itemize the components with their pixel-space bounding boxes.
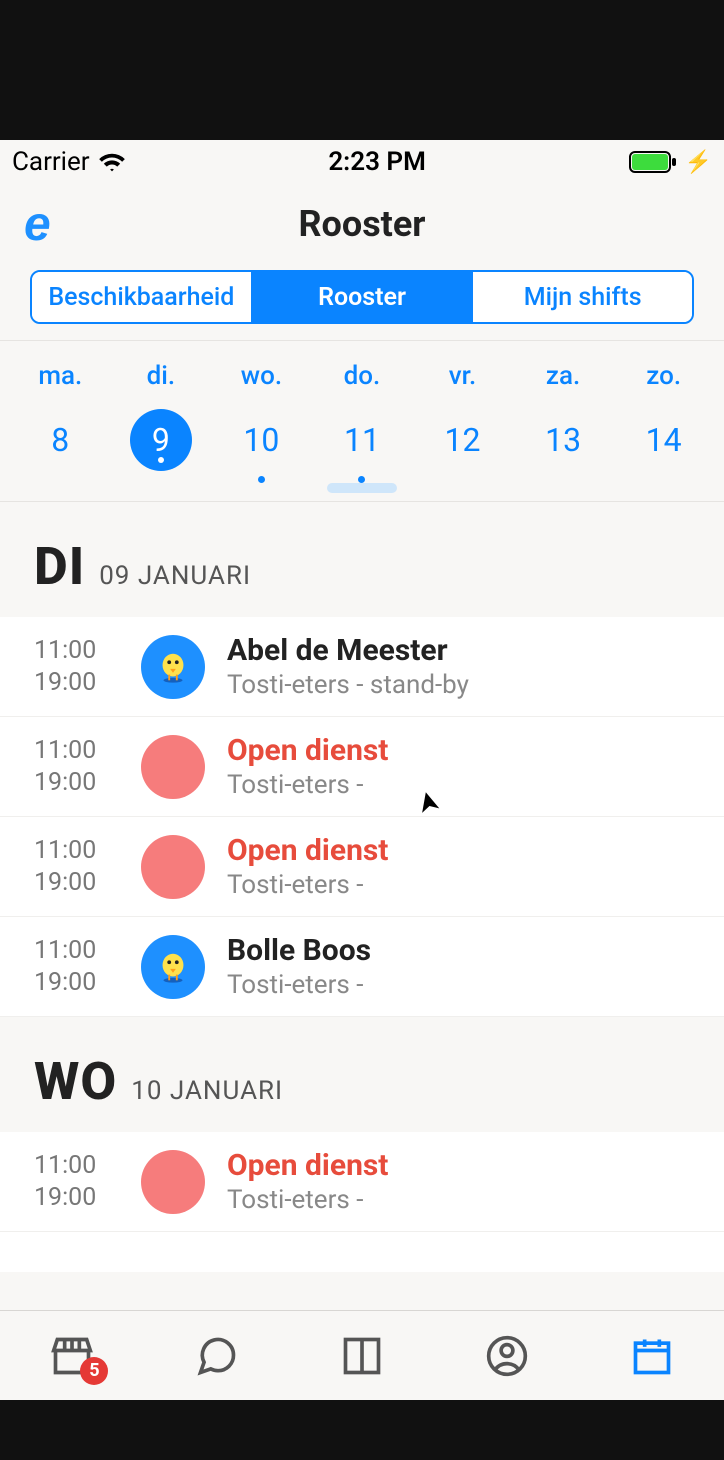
avatar-chick-icon: [141, 635, 205, 699]
shift-times: 11:0019:00: [34, 935, 119, 998]
week-strip[interactable]: ma. 8 di. 9 wo. 10 do. 11 vr. 12 za. 13 zo. 14: [0, 341, 724, 502]
app-header: e Rooster: [0, 184, 724, 264]
segment-schedule[interactable]: Rooster: [253, 272, 474, 322]
day-section-header: WO 10 JANUARI: [0, 1017, 724, 1132]
shift-title: Open dienst: [227, 733, 388, 768]
drag-handle[interactable]: [327, 483, 397, 493]
app-screen: Carrier 2:23 PM ⚡ e Rooster Beschikbaarh…: [0, 140, 724, 1400]
carrier-label: Carrier: [12, 147, 90, 177]
shift-text: Abel de MeesterTosti-eters - stand-by: [227, 633, 469, 700]
day-col-13[interactable]: za. 13: [518, 361, 608, 471]
shift-text: Open dienstTosti-eters -: [227, 833, 388, 900]
status-time: 2:23 PM: [328, 147, 426, 177]
shift-subtitle: Tosti-eters - stand-by: [227, 670, 469, 700]
segmented-control-wrap: Beschikbaarheid Rooster Mijn shifts: [0, 264, 724, 341]
day-label: do.: [344, 361, 381, 391]
segment-my-shifts[interactable]: Mijn shifts: [473, 272, 692, 322]
tab-shop-badge: 5: [80, 1357, 108, 1385]
shift-row[interactable]: 11:0019:00 Open dienstTosti-eters -: [0, 817, 724, 917]
day-col-10[interactable]: wo. 10: [216, 361, 306, 471]
day-number[interactable]: 13: [532, 409, 594, 471]
segmented-control: Beschikbaarheid Rooster Mijn shifts: [30, 270, 694, 324]
day-abbrev: DI: [34, 536, 85, 597]
shift-title: Bolle Boos: [227, 933, 371, 968]
shift-text: Open dienstTosti-eters -: [227, 1148, 388, 1215]
day-number[interactable]: 11: [331, 409, 393, 471]
tab-shop[interactable]: 5: [42, 1331, 102, 1381]
day-label: za.: [546, 361, 580, 391]
event-dot-icon: [158, 457, 164, 463]
event-dot-icon: [258, 476, 265, 483]
shift-list[interactable]: DI09 JANUARI11:0019:00Abel de MeesterTos…: [0, 502, 724, 1272]
day-number[interactable]: 12: [432, 409, 494, 471]
shift-times: 11:0019:00: [34, 835, 119, 898]
shift-title: Abel de Meester: [227, 633, 469, 668]
day-label: vr.: [449, 361, 477, 391]
charging-icon: ⚡: [685, 150, 712, 175]
battery-icon: [629, 151, 679, 173]
tab-profile[interactable]: [477, 1331, 537, 1381]
day-label: di.: [147, 361, 176, 391]
day-abbrev: WO: [34, 1051, 117, 1112]
wifi-icon: [98, 151, 126, 173]
segment-availability[interactable]: Beschikbaarheid: [32, 272, 253, 322]
status-bar: Carrier 2:23 PM ⚡: [0, 140, 724, 184]
shift-times: 11:0019:00: [34, 1150, 119, 1213]
day-col-11[interactable]: do. 11: [317, 361, 407, 471]
shift-text: Open dienstTosti-eters -: [227, 733, 388, 800]
shift-title: Open dienst: [227, 1148, 388, 1183]
avatar-chick-icon: [141, 935, 205, 999]
day-number[interactable]: 14: [633, 409, 695, 471]
day-date: 10 JANUARI: [131, 1076, 283, 1106]
day-section-header: DI 09 JANUARI: [0, 502, 724, 617]
shift-subtitle: Tosti-eters -: [227, 1185, 388, 1215]
avatar-open-icon: [141, 735, 205, 799]
shift-subtitle: Tosti-eters -: [227, 770, 388, 800]
day-date: 09 JANUARI: [99, 561, 251, 591]
tab-calendar[interactable]: [622, 1331, 682, 1381]
day-number[interactable]: 9: [130, 409, 192, 471]
day-label: wo.: [241, 361, 282, 391]
shift-row[interactable]: 11:0019:00 Abel de MeesterTosti-eters - s…: [0, 617, 724, 717]
shift-row[interactable]: 11:0019:00 Bolle BoosTosti-eters -: [0, 917, 724, 1017]
avatar-open-icon: [141, 835, 205, 899]
tab-bar: 5: [0, 1310, 724, 1400]
app-logo-icon[interactable]: e: [24, 197, 51, 252]
shift-title: Open dienst: [227, 833, 388, 868]
day-col-8[interactable]: ma. 8: [15, 361, 105, 471]
shift-subtitle: Tosti-eters -: [227, 870, 388, 900]
event-dot-icon: [358, 476, 365, 483]
tab-chat[interactable]: [187, 1331, 247, 1381]
day-label: zo.: [646, 361, 681, 391]
day-col-9[interactable]: di. 9: [116, 361, 206, 471]
page-title: Rooster: [298, 203, 425, 245]
day-col-14[interactable]: zo. 14: [619, 361, 709, 471]
avatar-open-icon: [141, 1150, 205, 1214]
day-label: ma.: [38, 361, 82, 391]
shift-times: 11:0019:00: [34, 635, 119, 698]
day-number[interactable]: 8: [29, 409, 91, 471]
shift-times: 11:0019:00: [34, 735, 119, 798]
shift-text: Bolle BoosTosti-eters -: [227, 933, 371, 1000]
day-col-12[interactable]: vr. 12: [418, 361, 508, 471]
tab-columns[interactable]: [332, 1331, 392, 1381]
shift-row[interactable]: 11:0019:00 Open dienstTosti-eters -: [0, 717, 724, 817]
shift-row[interactable]: 11:0019:00 Open dienstTosti-eters -: [0, 1132, 724, 1232]
day-number[interactable]: 10: [230, 409, 292, 471]
shift-subtitle: Tosti-eters -: [227, 970, 371, 1000]
